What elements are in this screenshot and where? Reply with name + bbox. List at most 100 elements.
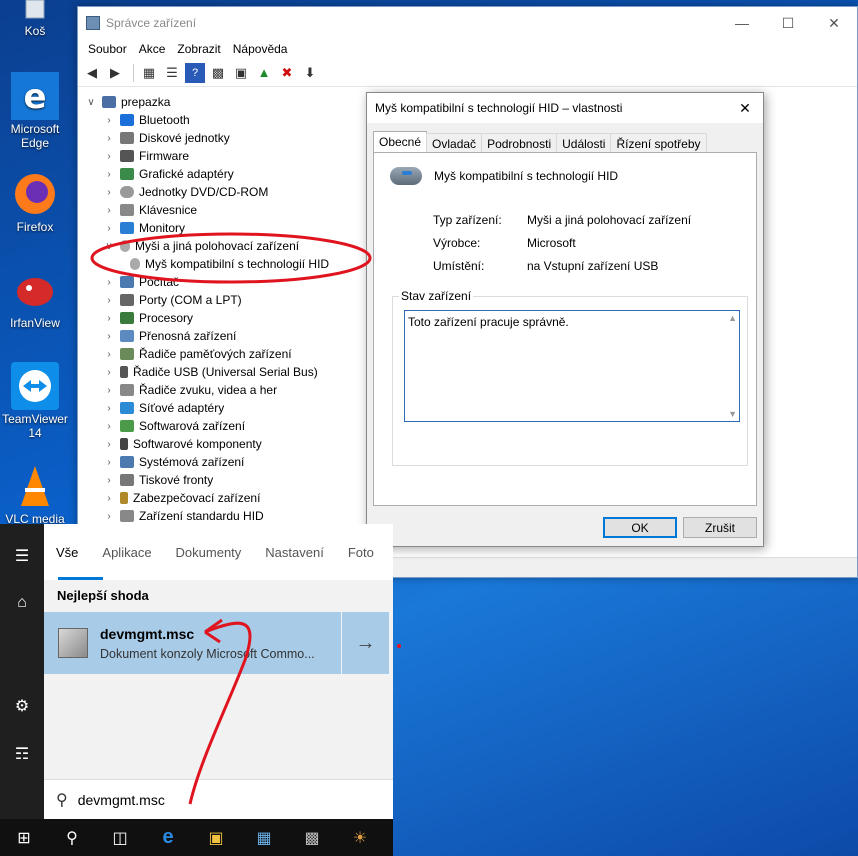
tree-item[interactable]: › Firmware — [78, 147, 368, 165]
scan-hardware-icon[interactable]: ▣ — [231, 63, 251, 83]
menu-akce[interactable]: Akce — [133, 42, 172, 56]
chevron-right-icon[interactable]: › — [104, 295, 114, 306]
ok-button[interactable]: OK — [603, 517, 677, 538]
list-view-icon[interactable]: ☰ — [162, 63, 182, 83]
chevron-right-icon[interactable]: › — [104, 223, 114, 234]
chevron-right-icon[interactable]: › — [104, 385, 114, 396]
help-icon[interactable]: ? — [185, 62, 205, 83]
paint-icon[interactable]: ☀ — [336, 819, 384, 856]
tree-item[interactable]: › Řadiče paměťových zařízení — [78, 345, 368, 363]
desktop-icon-firefox[interactable]: Firefox — [0, 170, 70, 234]
chevron-right-icon[interactable]: › — [104, 457, 114, 468]
chevron-right-icon[interactable]: › — [104, 331, 114, 342]
minimize-button[interactable]: — — [719, 8, 765, 38]
tab-udalosti[interactable]: Události — [556, 133, 612, 153]
download-icon[interactable]: ⬇ — [300, 63, 320, 83]
best-match-result[interactable]: devmgmt.msc Dokument konzoly Microsoft C… — [44, 612, 341, 674]
uninstall-icon[interactable]: ✖ — [277, 63, 297, 83]
chevron-right-icon[interactable]: › — [104, 151, 114, 162]
tab-podrobnosti[interactable]: Podrobnosti — [481, 133, 558, 153]
search-box[interactable]: ⚲ devmgmt.msc — [44, 779, 393, 819]
update-driver-icon[interactable]: ▲ — [254, 63, 274, 83]
tree-item[interactable]: › Bluetooth — [78, 111, 368, 129]
file-explorer-icon[interactable]: ▣ — [192, 819, 240, 856]
chevron-down-icon[interactable]: ∨ — [104, 241, 114, 252]
chevron-down-icon[interactable]: ∨ — [86, 97, 96, 108]
chevron-right-icon[interactable]: › — [104, 367, 114, 378]
tree-item-hid-mouse[interactable]: Myš kompatibilní s technologií HID — [78, 255, 368, 273]
tree-item[interactable]: › Řadiče zvuku, videa a her — [78, 381, 368, 399]
home-icon[interactable]: ⌂ — [0, 594, 44, 612]
chevron-right-icon[interactable]: › — [104, 493, 114, 504]
menu-zobrazit[interactable]: Zobrazit — [171, 42, 226, 56]
tree-item[interactable]: › Počítač — [78, 273, 368, 291]
mmc-icon[interactable]: ▩ — [288, 819, 336, 856]
desktop-icon-teamviewer[interactable]: TeamViewer 14 — [0, 362, 70, 440]
scroll-down-icon[interactable]: ▼ — [728, 409, 737, 419]
tree-item[interactable]: › Grafické adaptéry — [78, 165, 368, 183]
hamburger-menu-icon[interactable]: ☰ — [0, 546, 44, 566]
menu-soubor[interactable]: Soubor — [82, 42, 133, 56]
tree-item[interactable]: › Klávesnice — [78, 201, 368, 219]
dialog-close-button[interactable]: ✕ — [727, 100, 763, 117]
cancel-button[interactable]: Zrušit — [683, 517, 757, 538]
chevron-right-icon[interactable]: › — [104, 115, 114, 126]
tree-item[interactable]: › Zařízení standardu HID — [78, 507, 368, 525]
tree-item[interactable]: › Tiskové fronty — [78, 471, 368, 489]
gear-icon[interactable]: ⚙ — [0, 696, 44, 716]
tab-ovladac[interactable]: Ovladač — [426, 133, 483, 153]
tree-item[interactable]: › Softwarové komponenty — [78, 435, 368, 453]
chevron-right-icon[interactable]: › — [104, 349, 114, 360]
filter-tab-all[interactable]: Vše — [44, 545, 90, 560]
chevron-right-icon[interactable]: › — [104, 475, 114, 486]
chevron-right-icon[interactable]: › — [104, 277, 114, 288]
tree-item[interactable]: › Zabezpečovací zařízení — [78, 489, 368, 507]
open-result-arrow-button[interactable]: → — [342, 612, 389, 674]
filter-tab-documents[interactable]: Dokumenty — [164, 545, 254, 560]
chevron-right-icon[interactable]: › — [104, 133, 114, 144]
desktop-icon-edge[interactable]: e Microsoft Edge — [0, 72, 70, 150]
control-panel-icon[interactable]: ▦ — [240, 819, 288, 856]
chevron-right-icon[interactable]: › — [104, 421, 114, 432]
chevron-right-icon[interactable]: › — [104, 511, 114, 522]
search-icon[interactable]: ⚲ — [48, 819, 96, 856]
windows-start-icon[interactable]: ⊞ — [0, 819, 48, 856]
chevron-right-icon[interactable]: › — [104, 313, 114, 324]
close-button[interactable]: ✕ — [811, 8, 857, 38]
chevron-right-icon[interactable]: › — [104, 439, 114, 450]
tree-item[interactable]: › Porty (COM a LPT) — [78, 291, 368, 309]
chevron-right-icon[interactable]: › — [104, 169, 114, 180]
tree-item[interactable]: › Softwarová zařízení — [78, 417, 368, 435]
view-icon[interactable]: ▩ — [208, 63, 228, 83]
feedback-icon[interactable]: ☶ — [0, 744, 44, 764]
tree-item[interactable]: › Monitory — [78, 219, 368, 237]
task-view-icon[interactable]: ◫ — [96, 819, 144, 856]
tree-root[interactable]: ∨ prepazka — [78, 93, 368, 111]
properties-icon[interactable]: ▦ — [139, 63, 159, 83]
maximize-button[interactable]: ☐ — [765, 8, 811, 38]
scroll-up-icon[interactable]: ▲ — [728, 313, 737, 323]
desktop-icon-recycle-bin[interactable]: Koš — [0, 0, 70, 38]
tree-item[interactable]: › Jednotky DVD/CD-ROM — [78, 183, 368, 201]
chevron-right-icon[interactable]: › — [104, 205, 114, 216]
tab-rizeni-spotreby[interactable]: Řízení spotřeby — [610, 133, 707, 153]
tree-item[interactable]: › Diskové jednotky — [78, 129, 368, 147]
desktop-icon-vlc[interactable]: VLC media — [0, 462, 70, 526]
filter-tab-photos[interactable]: Foto — [336, 545, 386, 560]
device-status-textbox[interactable]: Toto zařízení pracuje správně. ▲ ▼ — [404, 310, 740, 422]
desktop-icon-irfanview[interactable]: IrfanView — [0, 266, 70, 330]
edge-icon[interactable]: e — [144, 819, 192, 856]
tree-item[interactable]: › Přenosná zařízení — [78, 327, 368, 345]
tree-item[interactable]: › Systémová zařízení — [78, 453, 368, 471]
tree-item[interactable]: › Síťové adaptéry — [78, 399, 368, 417]
filter-tab-apps[interactable]: Aplikace — [90, 545, 163, 560]
filter-tab-settings[interactable]: Nastavení — [253, 545, 336, 560]
chevron-right-icon[interactable]: › — [104, 187, 114, 198]
tree-item-mice[interactable]: ∨ Myši a jiná polohovací zařízení — [78, 237, 368, 255]
search-query[interactable]: devmgmt.msc — [78, 792, 165, 808]
tab-obecne[interactable]: Obecné — [373, 131, 428, 154]
menu-napoveda[interactable]: Nápověda — [227, 42, 294, 56]
tree-item[interactable]: › Procesory — [78, 309, 368, 327]
back-icon[interactable]: ◀ — [82, 63, 102, 83]
tree-item[interactable]: › Řadiče USB (Universal Serial Bus) — [78, 363, 368, 381]
